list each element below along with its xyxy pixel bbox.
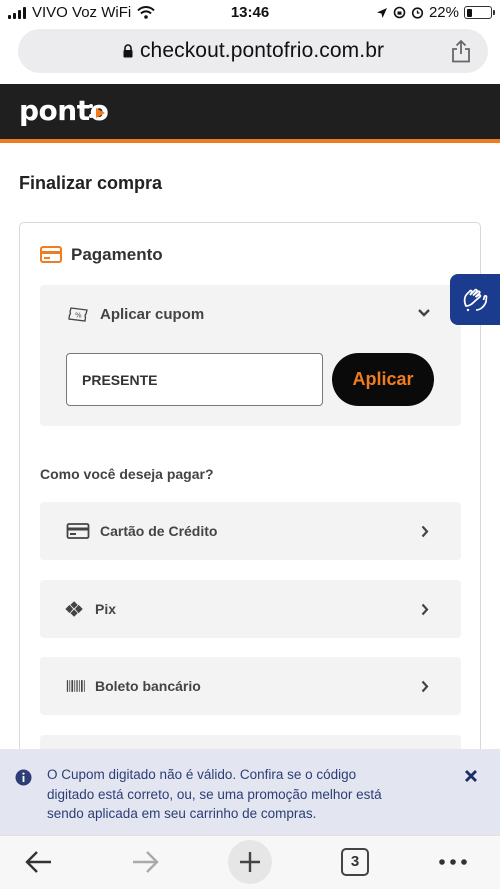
sign-language-accessibility-button[interactable] xyxy=(450,274,500,325)
address-bar[interactable]: checkout.pontofrio.com.br xyxy=(18,29,488,73)
coupon-code-input[interactable] xyxy=(66,353,323,406)
plus-icon xyxy=(240,852,260,872)
forward-arrow-icon[interactable] xyxy=(130,849,160,875)
battery-icon xyxy=(464,6,495,19)
chevron-right-icon xyxy=(421,603,429,616)
status-right: 22% xyxy=(376,4,495,21)
payment-option-credit-card[interactable]: Cartão de Crédito xyxy=(40,502,461,560)
apply-coupon-toggle[interactable]: Aplicar cupom xyxy=(100,306,204,323)
battery-percent: 22% xyxy=(428,4,459,21)
coupon-ticket-icon: % xyxy=(68,307,88,322)
chevron-down-icon[interactable] xyxy=(417,308,431,318)
new-tab-button[interactable] xyxy=(228,840,272,884)
tabs-count-button[interactable]: 3 xyxy=(341,848,369,876)
page-title: Finalizar compra xyxy=(19,173,163,193)
payment-method-question: Como você deseja pagar? xyxy=(40,466,214,482)
rotation-lock-icon xyxy=(393,6,406,19)
close-icon[interactable] xyxy=(464,769,478,783)
chevron-right-icon xyxy=(421,680,429,693)
more-options-icon[interactable] xyxy=(438,858,468,866)
payment-option-label: Cartão de Crédito xyxy=(100,523,218,539)
svg-text:%: % xyxy=(75,312,82,320)
header-accent-bar xyxy=(0,139,500,143)
payment-option-boleto[interactable]: Boleto bancário xyxy=(40,657,461,715)
barcode-icon xyxy=(66,680,85,692)
apply-coupon-button[interactable]: Aplicar xyxy=(332,353,434,406)
payment-option-label: Pix xyxy=(95,601,117,617)
checkout-screen: VIVO Voz WiFi 13:46 22% checkout.pontofr… xyxy=(0,0,500,889)
pix-icon xyxy=(65,601,83,617)
location-arrow-icon xyxy=(376,7,387,18)
share-icon[interactable] xyxy=(450,39,472,63)
alarm-icon xyxy=(411,7,424,19)
logo-colon xyxy=(89,104,94,124)
chevron-right-icon xyxy=(421,525,429,538)
sign-language-hands-icon xyxy=(463,288,488,312)
payment-option-label: Boleto bancário xyxy=(95,678,201,694)
logo-arrow-icon xyxy=(96,108,105,118)
payment-card-icon xyxy=(40,246,62,263)
battery-level xyxy=(466,8,472,17)
toast-message: O Cupom digitado não é válido. Confira s… xyxy=(47,767,382,821)
lock-icon xyxy=(123,44,133,58)
credit-card-icon xyxy=(66,523,90,539)
back-arrow-icon[interactable] xyxy=(24,849,54,875)
ponto-logo[interactable]: ponto xyxy=(19,94,109,127)
info-icon xyxy=(15,769,32,786)
section-title-payment: Pagamento xyxy=(71,245,163,264)
payment-option-pix[interactable]: Pix xyxy=(40,580,461,638)
url-text: checkout.pontofrio.com.br xyxy=(139,39,385,62)
status-bar: VIVO Voz WiFi 13:46 22% xyxy=(0,0,500,26)
